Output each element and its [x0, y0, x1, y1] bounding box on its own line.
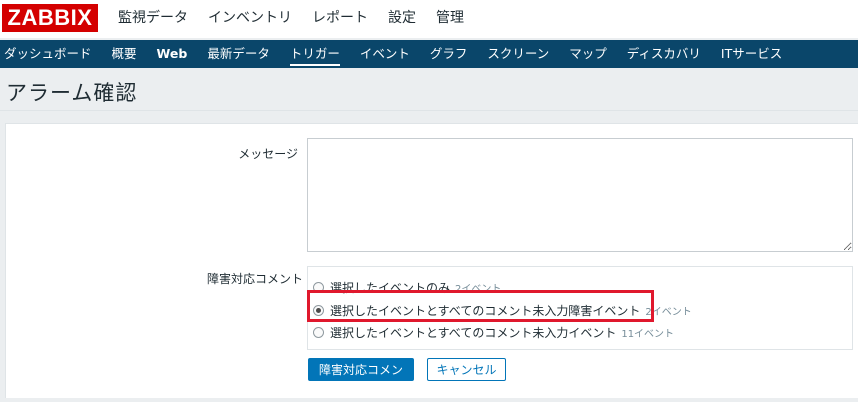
menu-administration[interactable]: 管理 — [436, 0, 464, 38]
acknowledge-scope-radio-group: 選択したイベントのみ 2イベント 選択したイベントとすべてのコメント未入力障害イ… — [307, 266, 853, 350]
page-header: アラーム確認 — [0, 68, 858, 111]
menu-monitoring[interactable]: 監視データ — [118, 0, 188, 38]
radio-option-selected-and-unacked-events[interactable]: 選択したイベントとすべてのコメント未入力イベント 11イベント — [313, 322, 674, 342]
event-count: 2イベント — [645, 306, 692, 318]
acknowledge-button[interactable]: 障害対応コメント — [308, 358, 414, 398]
radio-label[interactable]: 選択したイベントのみ — [330, 279, 450, 296]
menu-configuration[interactable]: 設定 — [388, 0, 416, 38]
page-title: アラーム確認 — [6, 81, 138, 105]
radio-button[interactable] — [313, 304, 324, 316]
subnav-it-services[interactable]: ITサービス — [721, 40, 782, 68]
radio-option-selected-and-unacked-problems[interactable]: 選択したイベントとすべてのコメント未入力障害イベント 2イベント — [313, 300, 692, 320]
subnav-events[interactable]: イベント — [360, 40, 410, 68]
subnav-web[interactable]: Web — [157, 40, 188, 68]
subnav-screens[interactable]: スクリーン — [487, 40, 549, 68]
top-bar: ZABBIX 監視データ インベントリ レポート 設定 管理 — [0, 0, 858, 38]
main-menu: 監視データ インベントリ レポート 設定 管理 — [118, 0, 484, 38]
radio-button[interactable] — [313, 281, 324, 293]
message-label: メッセージ — [238, 147, 298, 161]
cancel-button[interactable]: キャンセル — [427, 358, 506, 381]
subnav-triggers[interactable]: トリガー — [289, 40, 340, 68]
zabbix-logo[interactable]: ZABBIX — [2, 4, 98, 32]
message-textarea[interactable] — [307, 138, 853, 252]
acknowledge-form: メッセージ 障害対応コメント 選択したイベントのみ 2イベント 選択したイベント… — [5, 123, 858, 398]
subnav-overview[interactable]: 概要 — [112, 40, 137, 68]
menu-reports[interactable]: レポート — [312, 0, 368, 38]
radio-button[interactable] — [313, 326, 324, 338]
radio-label[interactable]: 選択したイベントとすべてのコメント未入力イベント — [330, 324, 616, 341]
subnav-maps[interactable]: マップ — [569, 40, 607, 68]
event-count: 11イベント — [621, 328, 675, 340]
event-count: 2イベント — [455, 283, 502, 295]
radio-option-selected-only[interactable]: 選択したイベントのみ 2イベント — [313, 277, 501, 297]
subnav-graphs[interactable]: グラフ — [430, 40, 468, 68]
subnav-discovery[interactable]: ディスカバリ — [627, 40, 701, 68]
subnav-dashboard[interactable]: ダッシュボード — [4, 40, 92, 68]
acknowledge-scope-label: 障害対応コメント — [206, 272, 303, 286]
menu-inventory[interactable]: インベントリ — [208, 0, 292, 38]
radio-label[interactable]: 選択したイベントとすべてのコメント未入力障害イベント — [330, 302, 640, 319]
subnav-latest-data[interactable]: 最新データ — [207, 40, 270, 68]
sub-navigation: ダッシュボード 概要 Web 最新データ トリガー イベント グラフ スクリーン… — [0, 40, 858, 68]
